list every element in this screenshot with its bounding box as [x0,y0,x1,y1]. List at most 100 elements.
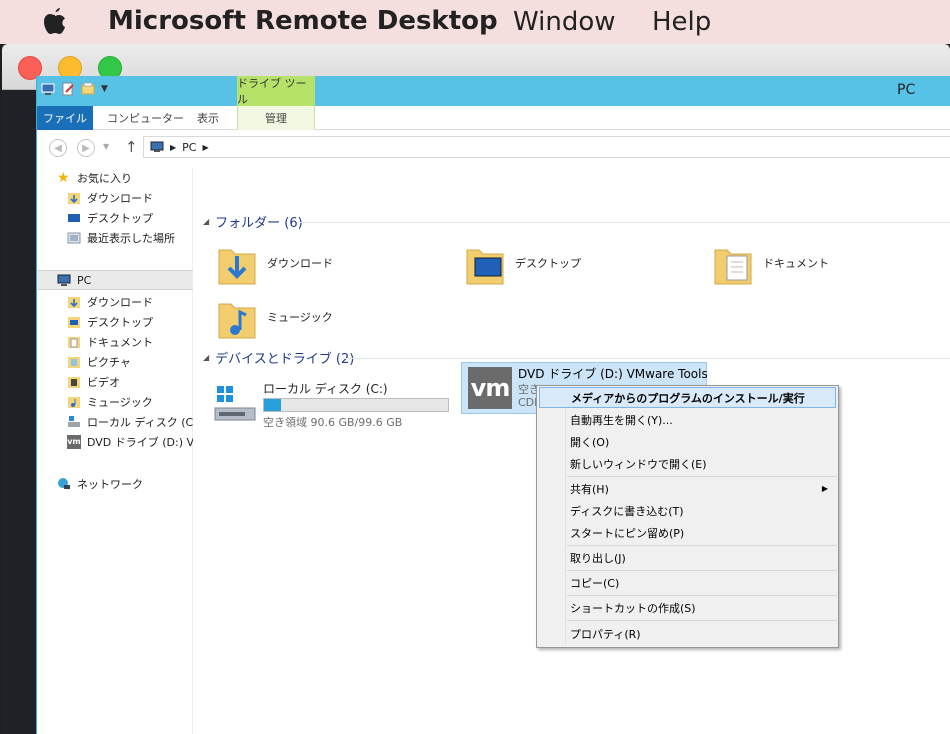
menu-app-name[interactable]: Microsoft Remote Desktop [108,6,498,36]
menu-separator [567,476,837,477]
drive-name: DVD ドライブ (D:) VMware Tools [518,367,708,381]
group-header-devices[interactable]: ◢ デバイスとドライブ (2) [203,348,354,367]
menu-install-from-media[interactable]: メディアからのプログラムのインストール/実行 [539,387,836,408]
menu-window[interactable]: Window [513,7,616,37]
vmware-logo-icon: vm [468,367,512,409]
computer-icon [57,274,71,286]
address-row: ◀ ▶ ▼ ↑ ▶ PC ▶ [37,130,950,166]
menu-open[interactable]: 開く(O) [539,431,836,452]
tab-view[interactable]: 表示 [197,106,219,130]
nav-pc[interactable]: PC [37,270,193,290]
downloads-folder-icon [68,193,80,204]
nav-pc-label: PC [77,273,92,287]
back-button[interactable]: ◀ [49,139,67,157]
nav-item-music[interactable]: ミュージック [37,392,193,412]
tab-file[interactable]: ファイル [37,106,93,130]
local-disk-icon [214,386,256,421]
folder-downloads[interactable]: ダウンロード [217,238,333,288]
tab-computer[interactable]: コンピューター [107,106,184,130]
group-divider [343,358,950,359]
pictures-folder-icon [68,357,80,368]
nav-item-videos[interactable]: ビデオ [37,372,193,392]
menu-create-shortcut[interactable]: ショートカットの作成(S) [539,597,836,618]
back-arrow-icon: ◀ [54,142,62,154]
nav-network[interactable]: ネットワーク [37,474,193,494]
nav-favorites[interactable]: ★ お気に入り [37,168,193,188]
menu-open-autoplay[interactable]: 自動再生を開く(Y)... [539,409,836,430]
star-icon: ★ [57,170,70,186]
nav-item-label: ローカル ディスク (C:) [87,416,193,429]
nav-item-label: ドキュメント [87,336,153,349]
nav-item-dvd-drive[interactable]: vm DVD ドライブ (D:) VI [37,432,193,452]
folder-label: ミュージック [267,311,333,324]
nav-item-label: ダウンロード [87,296,153,309]
tab-manage[interactable]: 管理 [237,106,315,130]
quick-access-toolbar: ▼ [41,82,108,96]
menu-copy[interactable]: コピー(C) [539,572,836,593]
vm-disc-icon: vm [67,435,81,449]
downloads-folder-icon [218,249,256,285]
folder-desktop[interactable]: デスクトップ [465,238,581,288]
folder-music[interactable]: ミュージック [217,292,333,342]
music-folder-icon [218,303,256,339]
breadcrumb-chevron-icon[interactable]: ▶ [202,143,208,152]
computer-icon[interactable] [41,82,55,96]
nav-item-downloads[interactable]: ダウンロード [37,188,193,208]
menu-share[interactable]: 共有(H) ▶ [539,478,836,499]
nav-item-label: ピクチャ [87,356,131,369]
nav-item-local-disk[interactable]: ローカル ディスク (C:) [37,412,193,432]
nav-item-label: デスクトップ [87,316,153,329]
menu-eject[interactable]: 取り出し(J) [539,547,836,568]
nav-item-desktop[interactable]: デスクトップ [37,312,193,332]
music-folder-icon [68,397,80,408]
nav-item-label: ミュージック [87,396,153,409]
local-disk-icon [68,416,80,427]
forward-arrow-icon: ▶ [82,142,90,154]
submenu-arrow-icon: ▶ [821,484,828,493]
folder-label: デスクトップ [515,257,581,270]
navigation-pane: ★ お気に入り ダウンロード デスクトップ 最近表示した場所 PC ダウンロード… [37,168,193,734]
drive-local-disk-c[interactable]: ローカル ディスク (C:) 空き領域 90.6 GB/99.6 GB [213,380,463,430]
desktop-icon [68,214,80,222]
nav-favorites-label: お気に入り [77,172,132,185]
nav-item-desktop[interactable]: デスクトップ [37,208,193,228]
address-bar[interactable]: ▶ PC ▶ [143,136,950,158]
apple-logo-icon[interactable] [40,5,70,37]
nav-item-label: DVD ドライブ (D:) VI [87,436,193,449]
nav-item-recent-places[interactable]: 最近表示した場所 [37,228,193,248]
menu-share-label: 共有(H) [570,482,609,496]
menu-help[interactable]: Help [652,7,711,37]
folder-documents[interactable]: ドキュメント [713,238,829,288]
desktop-folder-icon [466,249,504,285]
menu-pin-to-start[interactable]: スタートにピン留め(P) [539,522,836,543]
explorer-titlebar: ▼ ドライブ ツール PC [37,76,950,106]
drive-usage-bar [263,398,449,412]
recent-places-icon [67,232,81,244]
forward-button[interactable]: ▶ [77,139,95,157]
drive-tools-tab-header: ドライブ ツール [237,76,315,106]
new-folder-icon[interactable] [81,82,95,96]
menu-separator [567,620,837,621]
menu-open-new-window[interactable]: 新しいウィンドウで開く(E) [539,453,836,474]
nav-item-documents[interactable]: ドキュメント [37,332,193,352]
group-header-folders[interactable]: ◢ フォルダー (6) [203,212,303,231]
folder-label: ドキュメント [763,257,829,270]
explorer-window-title: PC [897,82,916,98]
breadcrumb-separator-icon: ▶ [170,142,177,152]
properties-icon[interactable] [61,82,75,96]
nav-item-downloads[interactable]: ダウンロード [37,292,193,312]
nav-item-pictures[interactable]: ピクチャ [37,352,193,372]
breadcrumb-pc[interactable]: PC [182,141,196,154]
documents-folder-icon [714,249,752,285]
network-icon [58,478,70,489]
up-button[interactable]: ↑ [125,138,138,156]
menu-burn-to-disc[interactable]: ディスクに書き込む(T) [539,500,836,521]
customize-qat-icon[interactable]: ▼ [101,84,108,94]
group-header-label: デバイスとドライブ (2) [215,352,355,367]
drive-usage-fill [264,399,281,411]
nav-item-label: 最近表示した場所 [87,232,175,245]
collapse-triangle-icon: ◢ [203,353,210,362]
nav-item-label: ダウンロード [87,192,153,205]
recent-locations-icon[interactable]: ▼ [103,142,109,151]
menu-properties[interactable]: プロパティ(R) [539,623,836,644]
